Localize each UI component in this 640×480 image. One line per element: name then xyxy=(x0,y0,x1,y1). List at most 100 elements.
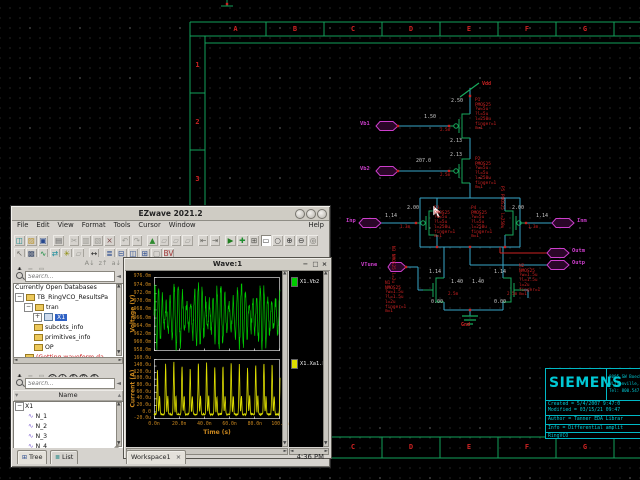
x-axis-label: Time (s) xyxy=(187,429,247,436)
signal-wave-icon: ∿ xyxy=(28,433,33,439)
tab-workspace1[interactable]: Workspace1 × xyxy=(126,450,186,464)
tab-tree[interactable]: ⊞ Tree xyxy=(17,450,47,464)
workspace-close-icon[interactable]: × xyxy=(176,453,181,461)
search-clear-icon[interactable]: ◄ xyxy=(116,273,121,280)
schematic-label: N1 NMOS25 ?w=1.5u ?l=1.5u l=2u finger=1 … xyxy=(385,282,406,315)
tree-label: X1 xyxy=(55,314,67,321)
cell-icon xyxy=(44,313,53,321)
toolbar-row-2: ↖▩∿⇄✳▱↔≣⊟◫⊞▢BV xyxy=(13,244,328,257)
schematic-label: 1.50 xyxy=(424,115,436,120)
signal-search-input[interactable] xyxy=(25,378,115,389)
schematic-label: 2.5m xyxy=(507,292,517,297)
schematic-label: 2.13 xyxy=(450,139,462,144)
schematic-label: 1.3m xyxy=(400,225,410,230)
plot-box[interactable] xyxy=(154,277,280,351)
menu-file[interactable]: File xyxy=(13,220,32,230)
signal-row[interactable]: −X1 xyxy=(13,401,123,411)
sort-desc-icon[interactable]: z↑ xyxy=(99,258,108,268)
signal-row[interactable]: ∿N_2 xyxy=(13,421,123,431)
signal-row[interactable]: ∿N_1 xyxy=(13,411,123,421)
tree-label: TB_RingVCO_ResultsPa xyxy=(37,294,108,301)
legend-swatch xyxy=(291,359,298,369)
folder-icon xyxy=(35,304,44,311)
legend-panel: X1.Vb2 X1.Xa1.P xyxy=(289,271,323,447)
signal-label: X1 xyxy=(25,403,33,410)
legend-label: X1.Xa1.P xyxy=(300,361,326,367)
search-clear-icon[interactable]: ◄ xyxy=(116,380,121,387)
expander-icon[interactable]: − xyxy=(24,303,33,312)
menu-edit[interactable]: Edit xyxy=(32,220,53,230)
signal-tree: −X1∿N_1∿N_2∿N_3∿N_4 xyxy=(13,401,123,448)
port-outm xyxy=(547,249,569,258)
db-search-row: ◄ xyxy=(13,270,123,283)
wave-minimize-button[interactable]: − xyxy=(301,259,310,269)
menu-tools[interactable]: Tools xyxy=(110,220,135,230)
signal-search-row: ◄ xyxy=(13,377,123,390)
expander-icon[interactable]: − xyxy=(15,293,24,302)
folder-icon xyxy=(34,334,43,341)
maximize-button[interactable] xyxy=(306,209,316,219)
sort-asc-icon[interactable]: a↓ xyxy=(112,258,121,268)
highlighted-net xyxy=(500,247,547,253)
schematic-label: P4 PMOS25 ?w=5u ?l=5u l=250u finger=1 m=… xyxy=(471,207,492,240)
legend-item[interactable]: X1.Xa1.P xyxy=(291,359,326,369)
schematic-label: 2.00 xyxy=(407,206,419,211)
schematic-label: Gnd xyxy=(461,323,470,328)
schematic-label: 0.00 xyxy=(494,300,506,305)
schematic-label: 1.14 xyxy=(536,214,548,219)
menu-cursor[interactable]: Cursor xyxy=(134,220,164,230)
port-inp xyxy=(359,219,381,228)
signal-tree-vscrollbar[interactable]: ▲▼ xyxy=(116,402,122,447)
wave-titlebar[interactable]: Wave:1 − □ × xyxy=(125,259,330,271)
minimize-button[interactable] xyxy=(295,209,305,219)
expander-icon[interactable]: + xyxy=(33,313,42,322)
schematic-label: 1.3m xyxy=(528,225,538,230)
db-tree-vscrollbar[interactable]: ▲▼ xyxy=(116,284,122,356)
ezwave-titlebar[interactable]: EZwave 2021.2 xyxy=(12,207,329,221)
db-tree-hscrollbar[interactable]: ◄► xyxy=(13,357,123,364)
search-icon xyxy=(16,379,23,386)
wave-restore-button[interactable]: □ xyxy=(311,259,320,269)
schematic-label: Vdd xyxy=(482,82,491,87)
tree-row[interactable]: primitives_info xyxy=(13,332,123,342)
tree-row[interactable]: OP xyxy=(13,342,123,352)
search-icon xyxy=(16,272,23,279)
sort-az-icon[interactable]: A↓ xyxy=(85,258,95,268)
expander-icon[interactable]: − xyxy=(15,402,24,411)
close-button[interactable] xyxy=(317,209,327,219)
ezwave-window: EZwave 2021.2 Help FileEditViewFormatToo… xyxy=(10,205,331,468)
tree-row[interactable]: + X1 xyxy=(13,312,123,322)
menu-view[interactable]: View xyxy=(54,220,78,230)
schematic-label: 1.14 xyxy=(494,270,506,275)
tree-row[interactable]: subckts_info xyxy=(13,322,123,332)
plot-box[interactable] xyxy=(154,359,280,419)
legend-item[interactable]: X1.Vb2 xyxy=(291,277,319,287)
legend-vscrollbar[interactable]: ▲▼ xyxy=(323,271,329,447)
plot-vscrollbar[interactable]: ▲▼ xyxy=(282,271,288,447)
db-search-input[interactable] xyxy=(25,271,115,282)
signal-row[interactable]: ∿N_4 xyxy=(13,441,123,448)
plot-panel[interactable]: 976.0m974.0m972.0m970.0m968.0m966.0m964.… xyxy=(126,271,282,447)
name-column-header[interactable]: ▾ Name ▴ xyxy=(13,390,123,401)
tree-row[interactable]: −tran xyxy=(13,302,123,312)
resize-grip[interactable]: ◢ xyxy=(114,442,119,449)
x-tick: 80.0n xyxy=(243,422,267,427)
signal-row[interactable]: ∿N_3 xyxy=(13,431,123,441)
signal-toolbar: ♣≡⊟VIPDR xyxy=(13,364,123,377)
menu-window[interactable]: Window xyxy=(165,220,200,230)
tree-label: OP xyxy=(45,344,54,351)
database-tree: −TB_RingVCO_ResultsPa−tran+X1subckts_inf… xyxy=(13,292,123,362)
schematic-label: 2.5m xyxy=(448,292,458,297)
tree-row[interactable]: − TB_RingVCO_ResultsPa xyxy=(13,292,123,302)
schematic-label: 1.40 xyxy=(451,280,463,285)
menu-format[interactable]: Format xyxy=(78,220,110,230)
tree-label: subckts_info xyxy=(45,324,83,331)
folder-icon xyxy=(26,294,35,301)
schematic-label: 2.5m xyxy=(440,173,450,178)
wave-close-button[interactable]: × xyxy=(320,259,329,269)
ezwave-title: EZwave 2021.2 xyxy=(138,209,202,218)
tab-list[interactable]: ≣ List xyxy=(50,450,78,464)
schematic-label: Vb1 xyxy=(360,122,370,127)
wave-title: Wave:1 xyxy=(213,260,242,268)
menu-help[interactable]: Help xyxy=(305,220,329,230)
